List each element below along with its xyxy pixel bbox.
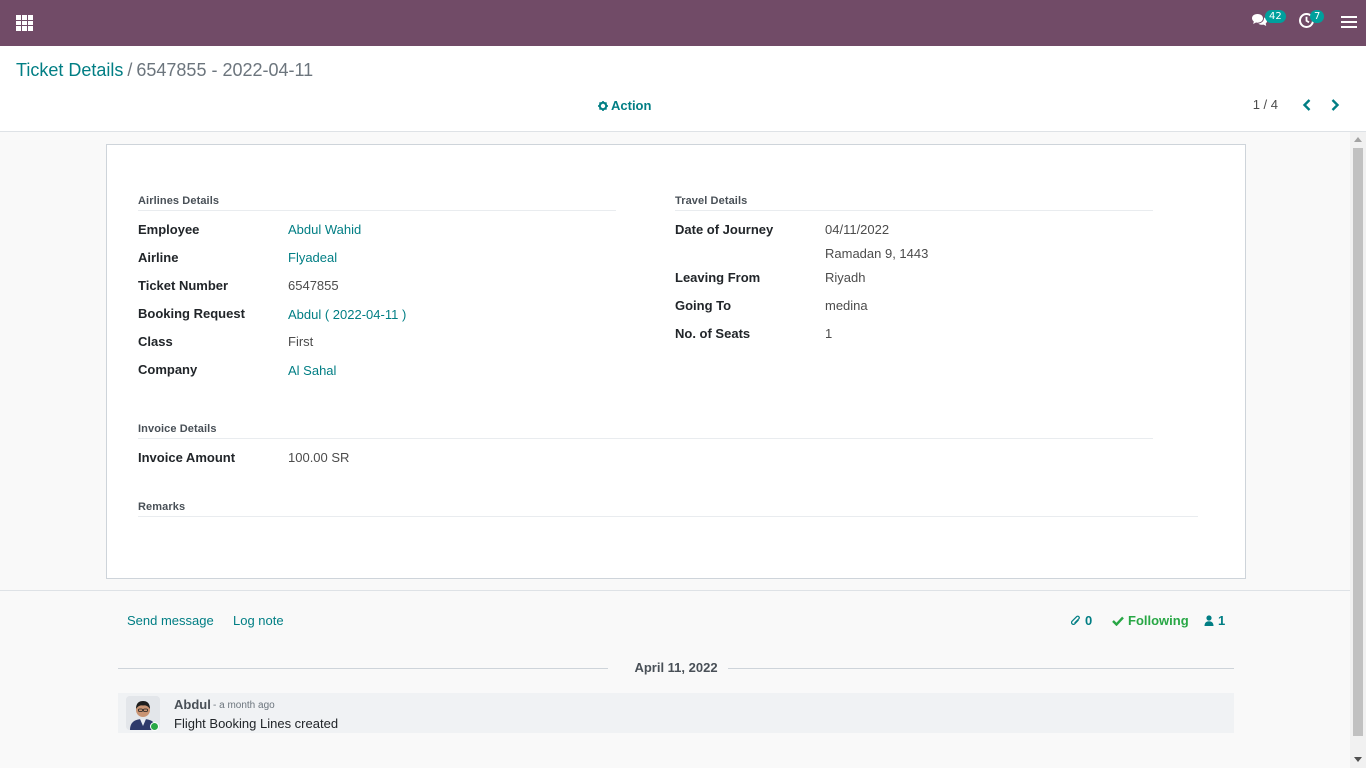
messages-menu[interactable]: 42 [1251, 10, 1286, 28]
action-label: Action [611, 98, 652, 113]
activities-count-badge: 7 [1310, 10, 1325, 23]
airline-value[interactable]: Flyadeal [288, 250, 337, 265]
travel-details-title: Travel Details [675, 195, 748, 207]
form-sheet: Airlines Details Employee Abdul Wahid Ai… [106, 144, 1246, 579]
going-to-label: Going To [675, 298, 732, 313]
pager-next-button[interactable] [1330, 99, 1340, 114]
class-label: Class [138, 334, 173, 349]
vertical-scrollbar[interactable] [1350, 132, 1366, 768]
date-separator-label: April 11, 2022 [634, 660, 718, 675]
remarks-divider [138, 516, 1198, 517]
apps-menu-icon[interactable] [16, 15, 33, 31]
breadcrumb-current-record: 6547855 - 2022-04-11 [136, 60, 314, 80]
message-author[interactable]: Abdul [174, 697, 211, 712]
activities-menu[interactable]: 7 [1298, 10, 1325, 29]
airline-label: Airline [138, 250, 179, 265]
attachments-button[interactable]: 0 [1071, 613, 1092, 628]
pager-previous-button[interactable] [1302, 99, 1312, 114]
breadcrumb: Ticket Details/6547855 - 2022-04-11 [16, 59, 313, 81]
send-message-button[interactable]: Send message [127, 613, 214, 628]
breadcrumb-separator: / [127, 60, 133, 80]
attachments-count: 0 [1085, 613, 1093, 628]
remarks-title: Remarks [138, 501, 186, 513]
leaving-from-value: Riyadh [825, 270, 866, 285]
messages-count-badge: 42 [1265, 10, 1286, 23]
date-of-journey-label: Date of Journey [675, 222, 774, 237]
followers-count: 1 [1218, 613, 1226, 628]
followers-button[interactable]: 1 [1204, 613, 1225, 628]
booking-request-value[interactable]: Abdul ( 2022-04-11 ) [288, 307, 406, 322]
message-date-separator: April 11, 2022 [118, 660, 1234, 676]
no-of-seats-value: 1 [825, 326, 833, 341]
company-label: Company [138, 362, 198, 377]
leaving-from-label: Leaving From [675, 270, 761, 285]
invoice-details-divider [138, 438, 1153, 439]
check-icon [1112, 616, 1124, 626]
user-icon [1204, 615, 1214, 626]
scroll-up-icon[interactable] [1354, 137, 1362, 142]
pager-value[interactable]: 1 / 4 [1253, 97, 1278, 112]
company-value[interactable]: Al Sahal [288, 363, 336, 378]
invoice-amount-label: Invoice Amount [138, 450, 236, 465]
class-value: First [288, 334, 314, 349]
date-of-journey-hijri: Ramadan 9, 1443 [825, 246, 929, 261]
following-label: Following [1128, 613, 1189, 628]
employee-value[interactable]: Abdul Wahid [288, 222, 361, 237]
invoice-amount-value: 100.00 SR [288, 450, 350, 465]
airlines-details-divider [138, 210, 616, 211]
booking-request-label: Booking Request [138, 306, 245, 321]
breadcrumb-ticket-details[interactable]: Ticket Details [16, 60, 123, 80]
invoice-details-title: Invoice Details [138, 423, 217, 435]
top-navbar: 42 7 [0, 0, 1366, 46]
chevron-left-icon [1302, 99, 1311, 111]
airlines-details-title: Airlines Details [138, 195, 220, 207]
scroll-down-icon[interactable] [1354, 757, 1362, 762]
hamburger-menu-icon[interactable] [1341, 15, 1357, 29]
chatter-separator [0, 590, 1350, 591]
gear-icon [598, 100, 608, 111]
message-body: Flight Booking Lines created [174, 716, 339, 731]
scrollbar-thumb[interactable] [1353, 148, 1363, 736]
travel-details-divider [675, 210, 1153, 211]
going-to-value: medina [825, 298, 868, 313]
no-of-seats-label: No. of Seats [675, 326, 751, 341]
chatter-message: Abdul - a month ago Flight Booking Lines… [118, 693, 1234, 733]
control-panel: Ticket Details/6547855 - 2022-04-11 Acti… [0, 46, 1366, 132]
following-button[interactable]: Following [1112, 613, 1189, 628]
date-of-journey-value: 04/11/2022 [825, 222, 890, 237]
online-status-indicator [150, 722, 159, 731]
log-note-button[interactable]: Log note [233, 613, 284, 628]
ticket-number-label: Ticket Number [138, 278, 229, 293]
ticket-number-value: 6547855 [288, 278, 339, 293]
action-button[interactable]: Action [598, 98, 651, 113]
employee-label: Employee [138, 222, 200, 237]
chevron-right-icon [1331, 99, 1340, 111]
form-view: Airlines Details Employee Abdul Wahid Ai… [0, 132, 1350, 768]
message-date: - a month ago [213, 700, 275, 711]
paperclip-icon [1071, 615, 1080, 625]
